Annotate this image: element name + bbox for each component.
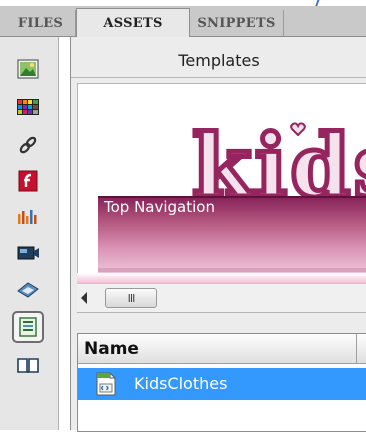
urls-category-button[interactable] — [12, 129, 44, 161]
asset-list: Name KidsClothes — [77, 333, 366, 432]
library-category-button[interactable] — [12, 349, 44, 381]
templates-icon — [19, 317, 37, 337]
heart-icon — [290, 122, 306, 136]
name-column-header[interactable]: Name — [78, 334, 366, 364]
movies-icon — [17, 246, 39, 260]
list-item-name: KidsClothes — [134, 374, 228, 393]
template-file-icon — [96, 372, 116, 396]
scripts-icon — [17, 282, 39, 298]
urls-icon — [19, 136, 37, 154]
template-preview: kids Top Navigation — [77, 83, 366, 285]
images-icon — [17, 59, 39, 79]
tab-assets[interactable]: ASSETS — [76, 8, 190, 38]
asset-category-toolbar — [0, 37, 59, 430]
images-category-button[interactable] — [12, 53, 44, 85]
tab-files[interactable]: FILES — [6, 10, 76, 36]
tab-snippets[interactable]: SNIPPETS — [190, 10, 284, 36]
movies-category-button[interactable] — [12, 237, 44, 269]
thumb-grip: III — [127, 291, 136, 305]
panel-tab-bar: FILES ASSETS SNIPPETS — [0, 6, 366, 38]
scroll-thumb[interactable]: III — [105, 288, 157, 308]
flash-icon — [18, 170, 38, 192]
name-column-label: Name — [84, 339, 139, 359]
category-title: Templates — [71, 43, 366, 78]
preview-bottom-fade — [77, 273, 366, 283]
assets-panel: Templates kids Top Navigation III Name — [70, 37, 366, 432]
scripts-category-button[interactable] — [12, 273, 44, 305]
column-divider[interactable] — [356, 334, 357, 364]
colors-icon — [17, 99, 39, 115]
preview-horizontal-scrollbar[interactable]: III — [77, 283, 366, 313]
shockwave-category-button[interactable] — [12, 201, 44, 233]
list-item[interactable]: KidsClothes — [78, 368, 366, 400]
nav-pink-line — [98, 268, 366, 272]
flash-category-button[interactable] — [12, 165, 44, 197]
templates-category-button[interactable] — [12, 311, 44, 343]
region-label: Top Navigation — [104, 198, 215, 216]
colors-category-button[interactable] — [12, 91, 44, 123]
scroll-left-arrow-icon[interactable] — [81, 292, 87, 304]
library-icon — [17, 358, 39, 373]
shockwave-icon — [18, 210, 37, 224]
